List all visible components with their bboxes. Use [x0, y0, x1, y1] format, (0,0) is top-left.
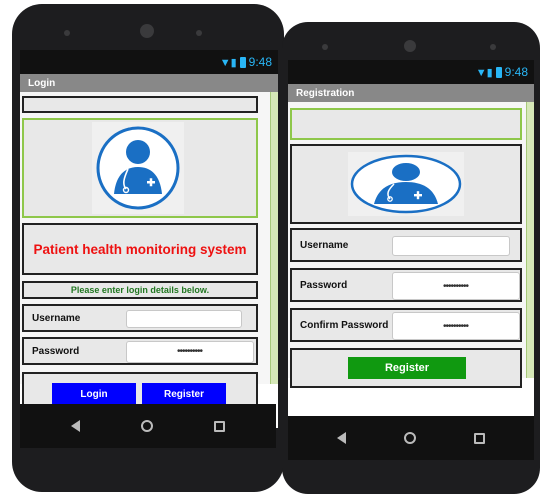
screen-title: Registration — [288, 84, 534, 102]
sensor-dot — [196, 30, 202, 36]
phone-registration: ▼▮ 9:48 Registration Username Password •… — [282, 22, 540, 494]
password-label: Password — [32, 345, 80, 357]
sensor-dot — [490, 44, 496, 50]
password-value: •••••••••• — [443, 281, 469, 292]
app-title: Patient health monitoring system — [33, 241, 247, 257]
confirm-password-label: Confirm Password — [300, 319, 389, 331]
doctor-icon — [96, 126, 180, 210]
username-label: Username — [32, 312, 81, 324]
front-camera — [404, 40, 416, 52]
login-content: Patient health monitoring system Please … — [20, 92, 278, 384]
register-button[interactable]: Register — [142, 383, 226, 405]
nav-bar — [20, 404, 276, 448]
registration-screen: ▼▮ 9:48 Registration Username Password •… — [288, 60, 534, 422]
password-row: Password •••••••••• — [290, 268, 522, 302]
nav-bar — [288, 416, 534, 460]
confirm-password-value: •••••••••• — [443, 321, 469, 332]
screen-title: Login — [20, 74, 278, 92]
password-input[interactable]: •••••••••• — [126, 341, 254, 363]
scroll-track[interactable] — [270, 92, 278, 384]
home-icon[interactable] — [140, 420, 153, 432]
username-row: Username — [22, 304, 258, 332]
wifi-signal-icon: ▼▮ — [219, 56, 237, 69]
front-camera — [140, 24, 154, 38]
recent-apps-icon[interactable] — [474, 432, 485, 444]
doctor-icon — [350, 154, 462, 214]
login-button[interactable]: Login — [52, 383, 136, 405]
phone-login: ▼▮ 9:48 Login Patient health monitoring … — [12, 4, 284, 492]
password-value: •••••••••• — [177, 346, 203, 357]
doctor-image — [92, 122, 184, 214]
recent-apps-icon[interactable] — [214, 420, 226, 432]
sensor-dot — [64, 30, 70, 36]
top-spacer — [22, 96, 258, 113]
battery-icon — [495, 66, 502, 78]
username-input[interactable] — [126, 310, 242, 328]
wifi-signal-icon: ▼▮ — [475, 66, 493, 79]
back-icon[interactable] — [337, 432, 346, 444]
top-spacer — [290, 108, 522, 140]
username-row: Username — [290, 228, 522, 262]
back-icon[interactable] — [70, 420, 80, 432]
status-time: 9:48 — [248, 55, 272, 69]
scroll-track[interactable] — [526, 102, 534, 378]
confirm-password-row: Confirm Password •••••••••• — [290, 308, 522, 342]
instruction-panel: Please enter login details below. — [22, 281, 258, 299]
battery-icon — [239, 56, 246, 68]
status-bar: ▼▮ 9:48 — [20, 50, 278, 74]
doctor-image — [348, 152, 464, 216]
status-bar: ▼▮ 9:48 — [288, 60, 534, 84]
app-title-panel: Patient health monitoring system — [22, 223, 258, 275]
logo-panel — [22, 118, 258, 218]
confirm-password-input[interactable]: •••••••••• — [392, 312, 520, 340]
instruction-text: Please enter login details below. — [70, 285, 210, 295]
sensor-dot — [322, 44, 328, 50]
home-icon[interactable] — [404, 432, 416, 444]
register-panel: Register — [290, 348, 522, 388]
username-input[interactable] — [392, 236, 510, 256]
logo-panel — [290, 144, 522, 224]
registration-content: Username Password •••••••••• Confirm Pas… — [288, 102, 534, 388]
status-time: 9:48 — [504, 65, 528, 79]
register-button[interactable]: Register — [348, 357, 466, 379]
password-label: Password — [300, 279, 348, 291]
password-row: Password •••••••••• — [22, 337, 258, 365]
username-label: Username — [300, 239, 349, 251]
password-input[interactable]: •••••••••• — [392, 272, 520, 300]
